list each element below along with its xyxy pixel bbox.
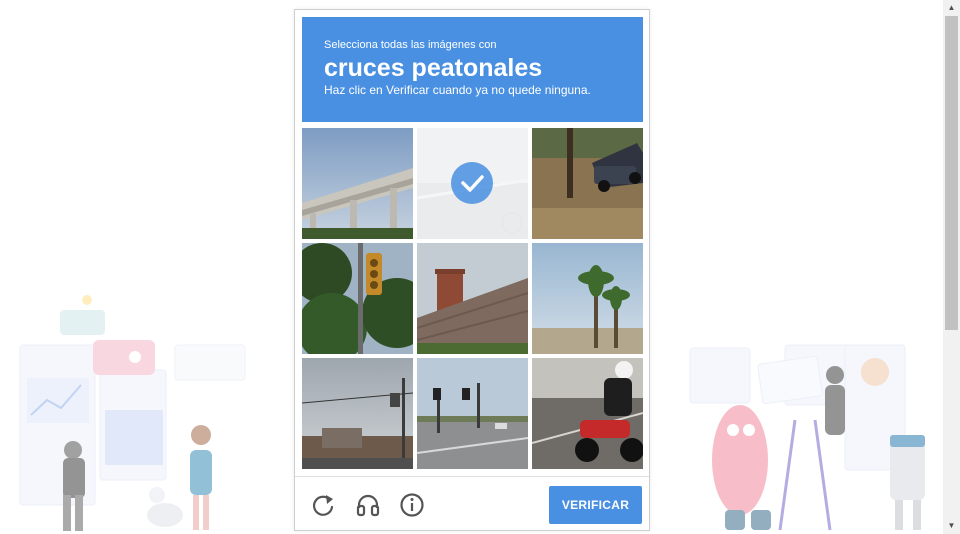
image-tile-7[interactable] <box>302 358 413 469</box>
captcha-challenge: Selecciona todas las imágenes con cruces… <box>294 9 650 531</box>
image-tile-4[interactable] <box>302 243 413 354</box>
scroll-up-icon[interactable]: ▲ <box>943 0 960 16</box>
page-scrollbar[interactable]: ▲ ▼ <box>943 0 960 534</box>
scroll-down-icon[interactable]: ▼ <box>943 518 960 534</box>
instruction-line: Selecciona todas las imágenes con <box>324 39 497 51</box>
image-tile-9[interactable] <box>532 358 643 469</box>
image-tile-6[interactable] <box>532 243 643 354</box>
reload-icon[interactable] <box>309 491 337 519</box>
selected-check-icon <box>451 162 493 204</box>
left-background-illustration <box>19 295 246 531</box>
image-grid <box>302 128 644 470</box>
headphones-icon[interactable] <box>354 491 382 519</box>
image-tile-5[interactable] <box>417 243 528 354</box>
image-tile-2[interactable] <box>417 128 528 239</box>
instruction-hint: Haz clic en Verificar cuando ya no quede… <box>324 83 591 97</box>
challenge-footer: VERIFICAR <box>295 476 649 531</box>
info-icon[interactable] <box>398 491 426 519</box>
image-tile-3[interactable] <box>532 128 643 239</box>
challenge-header: Selecciona todas las imágenes con cruces… <box>302 17 643 122</box>
image-tile-1[interactable] <box>302 128 413 239</box>
scrollbar-thumb[interactable] <box>945 16 958 330</box>
right-background-illustration <box>689 344 925 531</box>
challenge-target: cruces peatonales <box>324 54 543 82</box>
verify-button[interactable]: VERIFICAR <box>549 486 642 524</box>
image-tile-8[interactable] <box>417 358 528 469</box>
